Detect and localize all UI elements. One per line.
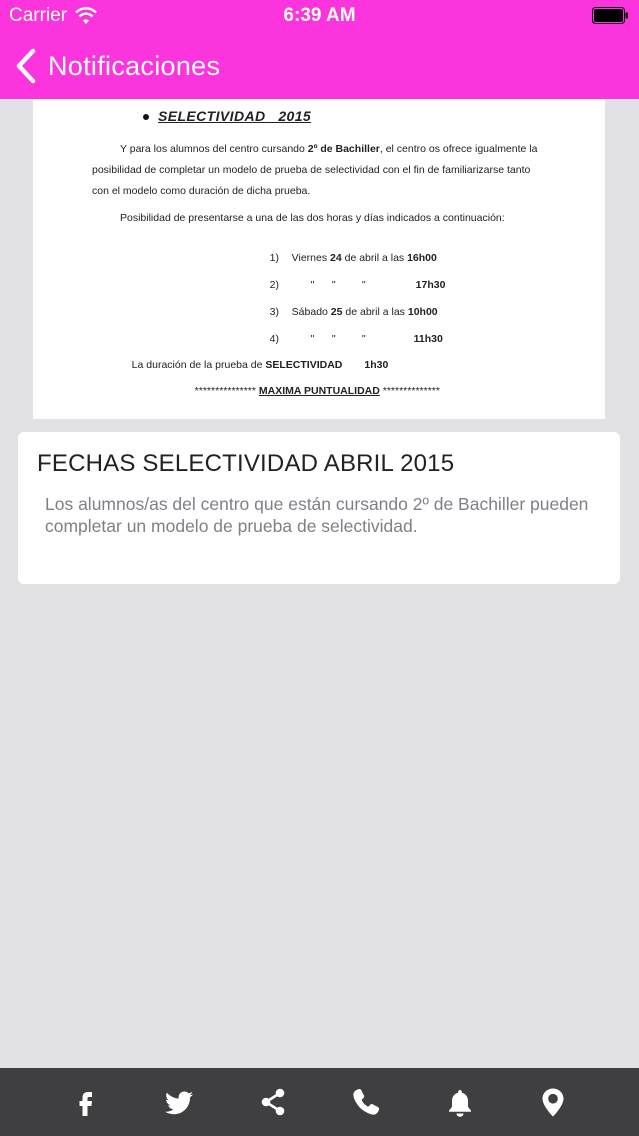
document-intro-text-end: , el centro os ofrece igualmente la	[379, 143, 538, 155]
schedule-ditto: " " "	[310, 333, 366, 345]
battery-icon	[592, 7, 628, 24]
punctuality-stars-end: **************	[382, 385, 440, 397]
duration-value: 1h30	[364, 359, 389, 371]
navigation-bar: Notificaciones	[0, 40, 639, 96]
document-intro-text: Y para los alumnos del centro cursando	[120, 143, 308, 155]
schedule-day: 24	[330, 252, 342, 264]
status-bar: Carrier 6:39 AM	[0, 0, 639, 34]
back-button-label: Notificaciones	[48, 50, 221, 81]
schedule-number: 3)	[269, 306, 280, 318]
schedule-hour: 17h30	[415, 279, 446, 291]
back-button[interactable]: Notificaciones	[14, 46, 220, 86]
twitter-icon[interactable]	[159, 1082, 199, 1122]
punctuality-stars: ***************	[194, 385, 256, 397]
schedule-text: de abril a las	[342, 306, 408, 318]
document-intro-line-3: con el modelo como duración de dicha pru…	[92, 185, 311, 197]
chevron-left-icon	[16, 48, 36, 84]
schedule-number: 1)	[269, 252, 280, 264]
share-icon[interactable]	[253, 1082, 293, 1122]
bottom-tab-bar	[0, 1068, 639, 1136]
schedule-hour: 11h30	[413, 333, 443, 345]
schedule-day-name: Sábado	[291, 306, 331, 318]
duration-text: La duración de la prueba de	[131, 359, 266, 371]
document-intro-bold: 2º de Bachiller	[307, 143, 380, 155]
schedule-day: 25	[330, 306, 343, 318]
phone-icon[interactable]	[346, 1082, 386, 1122]
schedule-number: 4)	[269, 333, 280, 345]
bell-icon[interactable]	[440, 1082, 480, 1122]
duration-bold: SELECTIVIDAD	[265, 359, 343, 371]
notification-card[interactable]: FECHAS SELECTIVIDAD ABRIL 2015 Los alumn…	[18, 432, 620, 584]
schedule-day-name: Viernes	[291, 252, 331, 264]
notification-text: Los alumnos/as del centro que están curs…	[45, 494, 589, 536]
status-time: 6:39 AM	[283, 5, 356, 26]
location-pin-icon[interactable]	[533, 1082, 573, 1122]
facebook-icon[interactable]	[66, 1082, 106, 1122]
document-punctuality-line: *************** MAXIMA PUNTUALIDAD *****…	[183, 373, 440, 409]
header: Carrier 6:39 AM Notificaciones	[0, 0, 639, 99]
document-options-intro: Posibilidad de presentarse a una de las …	[120, 212, 505, 224]
schedule-ditto: " " "	[310, 279, 366, 291]
schedule-hour: 16h00	[407, 252, 437, 264]
notification-document-image: SELECTIVIDAD 2015 Y para los alumnos del…	[33, 99, 605, 419]
schedule-hour: 10h00	[407, 306, 438, 318]
schedule-number: 2)	[269, 279, 280, 291]
schedule-text: de abril a las	[341, 252, 408, 264]
document-bullet	[143, 114, 149, 120]
document-intro-line-2: posibilidad de completar un modelo de pr…	[92, 164, 531, 176]
document-title: SELECTIVIDAD 2015	[158, 108, 312, 124]
notification-title: FECHAS SELECTIVIDAD ABRIL 2015	[37, 450, 455, 477]
document-intro-line-1: Y para los alumnos del centro cursando 2…	[120, 139, 537, 160]
punctuality-label: MAXIMA PUNTUALIDAD	[258, 385, 380, 397]
